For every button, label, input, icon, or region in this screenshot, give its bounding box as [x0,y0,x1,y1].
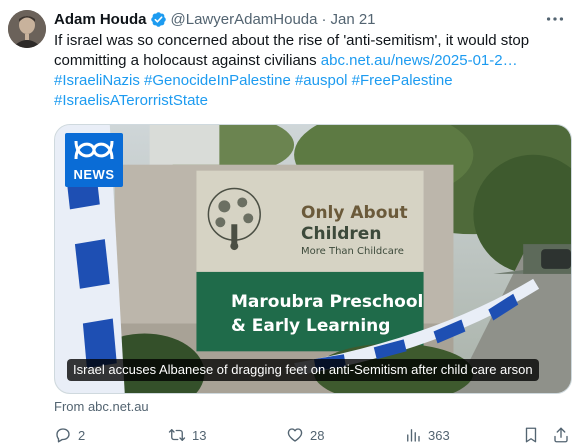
like-button[interactable]: 28 [286,425,324,445]
sign-lower-2: & Early Learning [231,316,391,336]
repost-count: 13 [192,427,207,443]
bookmark-icon [525,427,537,443]
reply-icon [56,428,70,443]
like-count: 28 [310,427,325,443]
sign-text-upper: Only About Children More Than Childcare [301,203,421,259]
sign-title-1: Only About [301,203,408,223]
repost-button[interactable]: 13 [168,425,206,445]
separator-dot: · [321,10,327,28]
tweet-date[interactable]: Jan 21 [330,11,375,28]
abc-news-logo: NEWS [65,133,123,187]
sign-title-2: Children [301,224,382,244]
share-icon [554,427,568,443]
card-caption: Israel accuses Albanese of dragging feet… [67,359,539,381]
tweet-line-2-text: committing a holocaust against civilians [54,52,321,69]
abc-logo-icon [74,140,114,160]
repost-icon [168,429,186,441]
hashtags-line-2[interactable]: #IsraelisATerorristState [54,91,564,111]
sign-subtitle: More Than Childcare [301,246,404,257]
views-icon [407,429,420,442]
heart-icon [287,428,303,442]
tweet-text: If israel was so concerned about the ris… [54,31,564,111]
bookmark-button[interactable] [522,425,546,445]
views-count: 363 [428,427,450,443]
reply-button[interactable]: 2 [54,425,85,445]
tweet-line-1: If israel was so concerned about the ris… [54,32,530,49]
share-button[interactable] [552,425,576,445]
reply-count: 2 [78,427,86,443]
views-button[interactable]: 363 [404,425,450,445]
sign-lower-1: Maroubra Preschool [231,292,424,312]
abc-news-label: NEWS [73,167,115,182]
article-link[interactable]: abc.net.au/news/2025-01-2… [321,52,518,69]
hashtags-line-1[interactable]: #IsraeliNazis #GenocideInPalestine #ausp… [54,71,564,91]
action-bar: 2 13 28 363 [54,425,570,445]
tweet-line-2: committing a holocaust against civilians… [54,51,564,71]
tweet-header: Adam Houda @LawyerAdamHouda · Jan 21 [54,9,376,29]
card-image [55,125,571,393]
more-icon[interactable] [544,8,566,30]
author-handle[interactable]: @LawyerAdamHouda [171,11,318,28]
avatar[interactable] [8,10,46,48]
card-source[interactable]: From abc.net.au [54,399,149,414]
link-card[interactable]: Only About Children More Than Childcare … [54,124,572,394]
author-name[interactable]: Adam Houda [54,11,147,28]
verified-badge-icon [150,11,166,27]
sign-text-lower: Maroubra Preschool & Early Learning [231,290,423,338]
